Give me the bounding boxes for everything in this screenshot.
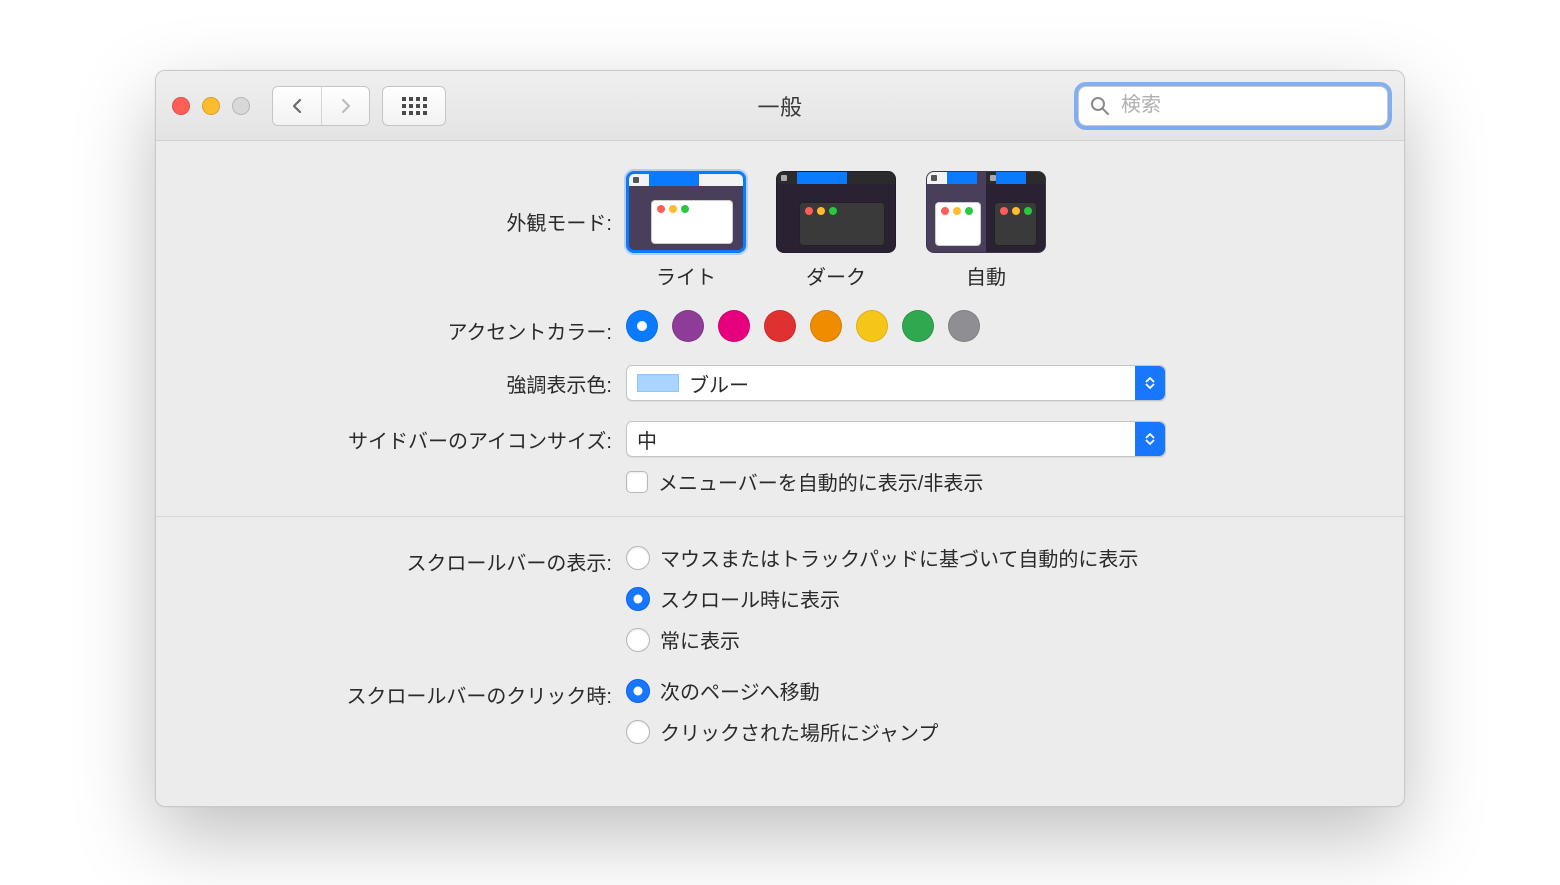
radio-icon	[626, 628, 650, 652]
menubar-autohide-label: メニューバーを自動的に表示/非表示	[658, 467, 983, 496]
grid-icon	[402, 97, 427, 115]
radio-icon	[626, 720, 650, 744]
back-button[interactable]	[273, 87, 321, 125]
accent-swatch[interactable]	[810, 310, 842, 342]
appearance-option-label: ダーク	[776, 261, 896, 290]
zoom-window-button[interactable]	[232, 97, 250, 115]
accent-swatch[interactable]	[902, 310, 934, 342]
radio-option[interactable]: スクロール時に表示	[626, 584, 1374, 613]
appearance-option-label: 自動	[926, 261, 1046, 290]
window-traffic-lights	[172, 97, 250, 115]
dark-thumbnail	[776, 171, 896, 253]
highlight-label: 強調表示色:	[186, 365, 626, 398]
accent-row: アクセントカラー:	[186, 310, 1374, 345]
radio-label: スクロール時に表示	[660, 584, 840, 613]
accent-color-swatches	[626, 310, 1374, 342]
sidebar-icon-value: 中	[637, 425, 657, 454]
radio-option[interactable]: マウスまたはトラックパッドに基づいて自動的に表示	[626, 543, 1374, 572]
appearance-row: 外観モード: ライト	[186, 171, 1374, 290]
general-panel: 外観モード: ライト	[156, 141, 1404, 806]
highlight-select[interactable]: ブルー	[626, 365, 1166, 401]
chevron-left-icon	[290, 99, 304, 113]
checkbox-icon	[626, 471, 648, 493]
highlight-row: 強調表示色: ブルー	[186, 365, 1374, 401]
accent-swatch[interactable]	[948, 310, 980, 342]
radio-icon	[626, 546, 650, 570]
toolbar: 一般	[156, 71, 1404, 141]
search-input[interactable]	[1078, 86, 1388, 126]
highlight-swatch-icon	[637, 374, 679, 392]
scrollbars-label: スクロールバーの表示:	[186, 543, 626, 576]
radio-icon	[626, 587, 650, 611]
radio-option[interactable]: 次のページへ移動	[626, 676, 1374, 705]
appearance-options: ライト ダーク	[626, 171, 1374, 290]
radio-label: 常に表示	[660, 625, 740, 654]
menubar-autohide-checkbox[interactable]: メニューバーを自動的に表示/非表示	[626, 467, 1374, 496]
accent-label: アクセントカラー:	[186, 310, 626, 345]
radio-label: クリックされた場所にジャンプ	[660, 717, 938, 746]
sidebar-icon-row: サイドバーのアイコンサイズ: 中	[186, 421, 1374, 457]
select-stepper-icon	[1135, 366, 1165, 400]
scrollbar-click-radio-group: 次のページへ移動クリックされた場所にジャンプ	[626, 676, 1374, 746]
appearance-option-label: ライト	[626, 261, 746, 290]
scrollbars-radio-group: マウスまたはトラックパッドに基づいて自動的に表示スクロール時に表示常に表示	[626, 543, 1374, 654]
appearance-option-light[interactable]: ライト	[626, 171, 746, 290]
accent-swatch[interactable]	[626, 310, 658, 342]
preferences-window: 一般 外観モード: ライト	[155, 70, 1405, 807]
accent-swatch[interactable]	[672, 310, 704, 342]
radio-option[interactable]: クリックされた場所にジャンプ	[626, 717, 1374, 746]
appearance-option-auto[interactable]: 自動	[926, 171, 1046, 290]
section-divider	[156, 516, 1404, 517]
scrollbar-click-row: スクロールバーのクリック時: 次のページへ移動クリックされた場所にジャンプ	[186, 676, 1374, 746]
search-icon	[1090, 96, 1110, 116]
chevron-right-icon	[339, 99, 353, 113]
light-thumbnail	[626, 171, 746, 253]
radio-icon	[626, 679, 650, 703]
select-stepper-icon	[1135, 422, 1165, 456]
search-field-wrap	[1078, 86, 1388, 126]
show-all-prefs-button[interactable]	[382, 86, 446, 126]
forward-button[interactable]	[321, 87, 369, 125]
accent-swatch[interactable]	[856, 310, 888, 342]
radio-label: 次のページへ移動	[660, 676, 820, 705]
minimize-window-button[interactable]	[202, 97, 220, 115]
appearance-option-dark[interactable]: ダーク	[776, 171, 896, 290]
auto-thumbnail	[926, 171, 1046, 253]
accent-swatch[interactable]	[764, 310, 796, 342]
sidebar-icon-label: サイドバーのアイコンサイズ:	[186, 421, 626, 454]
accent-swatch[interactable]	[718, 310, 750, 342]
appearance-label: 外観モード:	[186, 171, 626, 236]
highlight-value: ブルー	[689, 369, 749, 398]
nav-back-forward	[272, 86, 370, 126]
scrollbar-click-label: スクロールバーのクリック時:	[186, 676, 626, 709]
close-window-button[interactable]	[172, 97, 190, 115]
radio-label: マウスまたはトラックパッドに基づいて自動的に表示	[660, 543, 1138, 572]
scrollbars-row: スクロールバーの表示: マウスまたはトラックパッドに基づいて自動的に表示スクロー…	[186, 543, 1374, 654]
sidebar-icon-select[interactable]: 中	[626, 421, 1166, 457]
menubar-autohide-row: メニューバーを自動的に表示/非表示	[186, 467, 1374, 496]
radio-option[interactable]: 常に表示	[626, 625, 1374, 654]
